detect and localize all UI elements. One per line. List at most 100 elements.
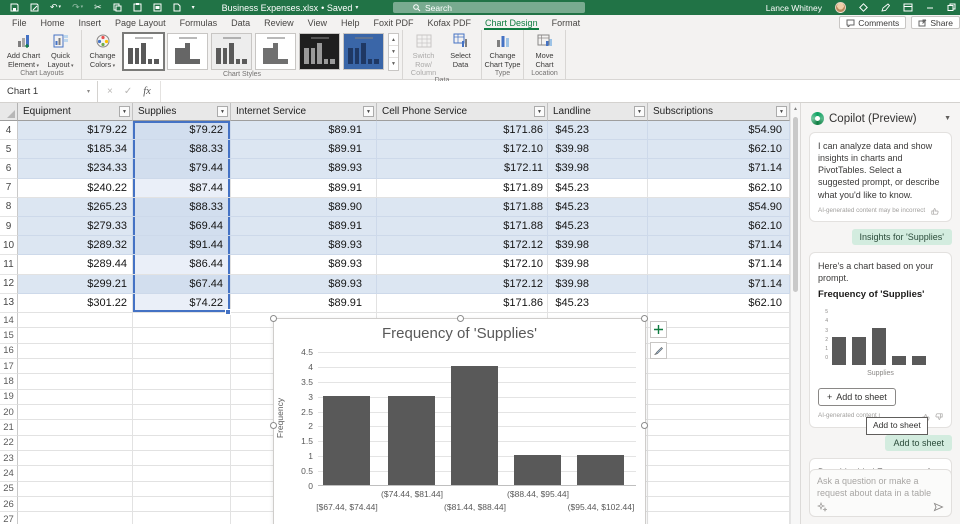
row-header-18[interactable]: 18 — [0, 374, 18, 390]
cell[interactable]: $172.10 — [377, 140, 548, 160]
cell[interactable]: $62.10 — [648, 293, 790, 313]
row-header-9[interactable]: 9 — [0, 216, 18, 237]
send-icon[interactable] — [933, 502, 944, 512]
cell[interactable]: $39.98 — [548, 274, 648, 294]
cell[interactable] — [133, 358, 231, 375]
cell[interactable]: $172.11 — [377, 159, 548, 179]
add-to-sheet-button[interactable]: + Add to sheet — [818, 388, 896, 407]
tab-formulas[interactable]: Formulas — [173, 15, 225, 30]
cell[interactable] — [18, 497, 133, 513]
cell[interactable] — [133, 374, 231, 390]
tab-kofax-pdf[interactable]: Kofax PDF — [421, 15, 479, 30]
cell[interactable]: $89.93 — [231, 255, 377, 275]
cell[interactable]: $88.33 — [133, 140, 231, 160]
add-to-sheet-chip[interactable]: Add to sheet — [885, 434, 952, 451]
share-button[interactable]: Share — [911, 16, 960, 29]
copilot-collapse-chevron-icon[interactable]: ▼ — [944, 115, 951, 122]
cell[interactable]: $299.21 — [18, 274, 133, 294]
vertical-scrollbar[interactable]: ▲ — [790, 103, 800, 524]
cell[interactable] — [18, 481, 133, 497]
quick-layout-button[interactable]: Quick Layout ▾ — [42, 31, 79, 69]
move-chart-button[interactable]: Move Chart — [526, 31, 563, 69]
cell[interactable]: $265.23 — [18, 197, 133, 217]
cell[interactable]: $67.44 — [133, 274, 231, 294]
column-header-subscriptions[interactable]: Subscriptions ▼ — [648, 103, 790, 121]
cell[interactable]: $89.93 — [231, 159, 377, 179]
cell[interactable] — [18, 512, 133, 524]
row-header-7[interactable]: 7 — [0, 178, 18, 198]
cell[interactable] — [18, 450, 133, 467]
tab-page-layout[interactable]: Page Layout — [108, 15, 173, 30]
change-chart-type-button[interactable]: Change Chart Type — [484, 31, 521, 69]
cell[interactable]: $89.93 — [231, 236, 377, 256]
chart-style-1[interactable] — [123, 33, 164, 70]
filter-dropdown-icon[interactable]: ▼ — [363, 106, 374, 117]
row-header-17[interactable]: 17 — [0, 358, 18, 375]
cell[interactable]: $54.90 — [648, 121, 790, 141]
chart-style-6[interactable] — [343, 33, 384, 70]
cell[interactable]: $54.90 — [648, 197, 790, 217]
column-header-equipment[interactable]: Equipment ▼ — [18, 103, 133, 121]
cell[interactable] — [648, 374, 790, 390]
chart-object[interactable]: Frequency of 'Supplies' Frequency 4.5 4 3.… — [270, 315, 648, 524]
cell[interactable]: $234.33 — [18, 159, 133, 179]
cell[interactable] — [18, 389, 133, 405]
tab-data[interactable]: Data — [224, 15, 257, 30]
gallery-down-icon[interactable]: ▼ — [389, 46, 398, 58]
row-header-6[interactable]: 6 — [0, 159, 18, 179]
cell[interactable]: $179.22 — [18, 121, 133, 141]
column-header-landline[interactable]: Landline ▼ — [548, 103, 648, 121]
ink-pen-icon[interactable] — [881, 3, 890, 12]
row-header-5[interactable]: 5 — [0, 140, 18, 160]
select-all-corner[interactable] — [0, 103, 18, 121]
cell[interactable]: $172.10 — [377, 255, 548, 275]
cell[interactable]: $89.91 — [231, 121, 377, 141]
cell[interactable]: $71.14 — [648, 236, 790, 256]
row-header-4[interactable]: 4 — [0, 121, 18, 141]
cell[interactable]: $279.33 — [18, 216, 133, 237]
change-colors-button[interactable]: Change Colors ▾ — [84, 31, 121, 69]
tab-home[interactable]: Home — [34, 15, 72, 30]
cancel-formula-icon[interactable]: × — [107, 86, 113, 97]
cell[interactable] — [648, 389, 790, 405]
cell[interactable]: $45.23 — [548, 197, 648, 217]
chart-handle-mid-left[interactable] — [270, 422, 277, 429]
row-header-15[interactable]: 15 — [0, 328, 18, 344]
tab-insert[interactable]: Insert — [72, 15, 109, 30]
cell[interactable]: $71.14 — [648, 255, 790, 275]
tab-format[interactable]: Format — [545, 15, 588, 30]
cell[interactable]: $87.44 — [133, 178, 231, 198]
cell[interactable]: $62.10 — [648, 216, 790, 237]
paste-icon[interactable] — [133, 3, 142, 12]
cell[interactable]: $171.86 — [377, 293, 548, 313]
prompt-ideas-icon[interactable] — [817, 502, 827, 512]
thumbs-up-icon[interactable] — [931, 207, 939, 215]
cell[interactable]: $171.88 — [377, 197, 548, 217]
minimize-button[interactable] — [926, 4, 934, 12]
cell[interactable]: $39.98 — [548, 140, 648, 160]
filter-dropdown-icon[interactable]: ▼ — [534, 106, 545, 117]
cell[interactable]: $79.44 — [133, 159, 231, 179]
cell[interactable]: $91.44 — [133, 236, 231, 256]
name-box[interactable]: Chart 1 ▾ — [0, 81, 98, 102]
selection-fill-handle[interactable] — [225, 309, 231, 315]
cell[interactable] — [18, 404, 133, 421]
copy-icon[interactable] — [113, 3, 122, 12]
cell[interactable]: $89.91 — [231, 293, 377, 313]
scrollbar-thumb[interactable] — [793, 117, 798, 292]
select-data-button[interactable]: Select Data — [442, 31, 479, 69]
cell[interactable]: $171.88 — [377, 216, 548, 237]
cell[interactable]: $45.23 — [548, 216, 648, 237]
cell[interactable]: $74.22 — [133, 293, 231, 313]
row-header-25[interactable]: 25 — [0, 481, 18, 497]
chart-bar[interactable] — [514, 455, 561, 485]
cell[interactable]: $171.89 — [377, 178, 548, 198]
row-header-26[interactable]: 26 — [0, 497, 18, 513]
save-icon[interactable] — [10, 3, 19, 12]
avatar[interactable] — [835, 2, 846, 13]
cell[interactable] — [648, 312, 790, 329]
save-status[interactable]: Saved — [321, 3, 353, 13]
cell[interactable] — [648, 466, 790, 482]
cell[interactable]: $301.22 — [18, 293, 133, 313]
cell[interactable] — [18, 358, 133, 375]
